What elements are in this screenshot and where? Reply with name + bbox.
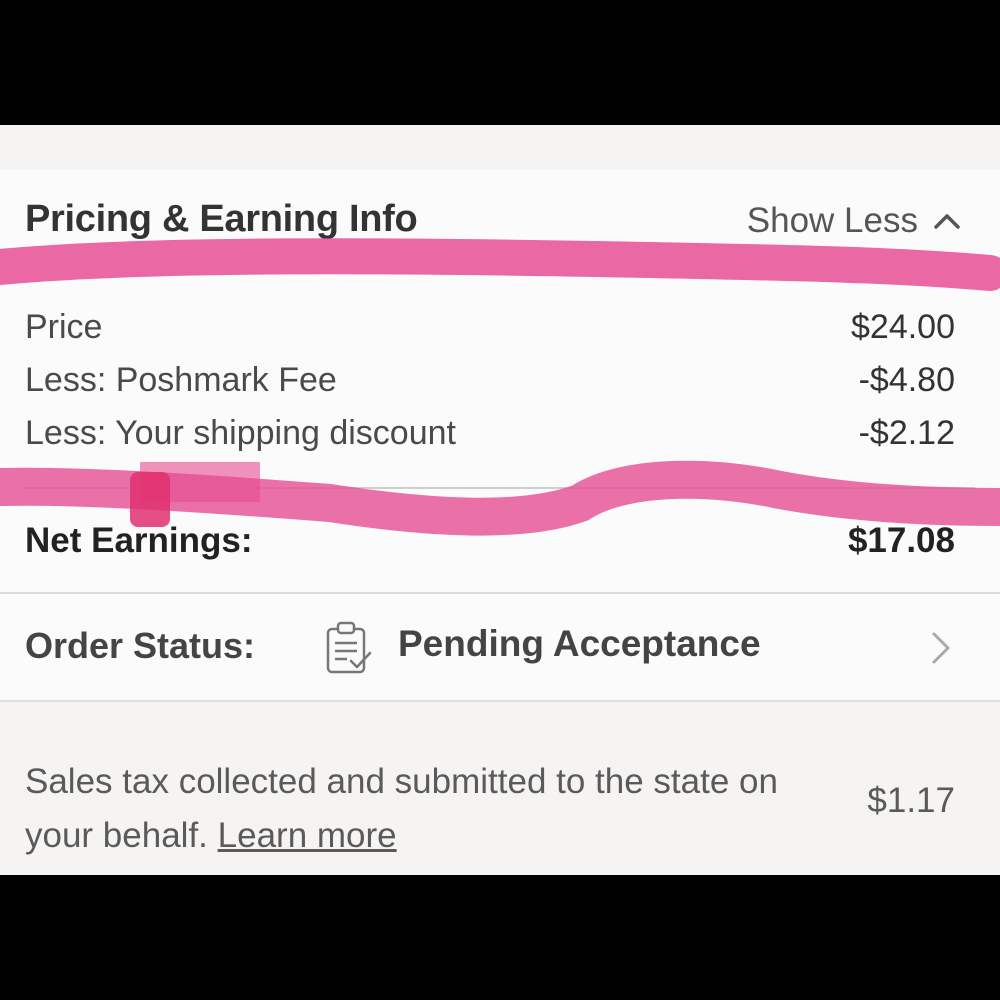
- order-status-value: Pending Acceptance: [398, 623, 761, 664]
- sales-tax-value: $1.17: [867, 781, 955, 820]
- price-value: $24.00: [851, 308, 955, 346]
- sales-tax-note: Sales tax collected and submitted to the…: [25, 755, 785, 863]
- net-earnings-value: $17.08: [847, 521, 955, 560]
- sales-tax-text: Sales tax collected and submitted to the…: [25, 762, 778, 855]
- show-less-toggle[interactable]: Show Less: [747, 201, 962, 241]
- price-label: Price: [25, 308, 103, 346]
- section-divider: [0, 592, 1000, 594]
- total-divider: [25, 487, 975, 489]
- section-title: Pricing & Earning Info: [25, 198, 418, 240]
- shipping-discount-label: Less: Your shipping discount: [25, 414, 456, 452]
- learn-more-link[interactable]: Learn more: [218, 816, 397, 855]
- chevron-up-icon: [934, 214, 960, 229]
- net-earnings-label: Net Earnings:: [25, 521, 253, 560]
- order-screen: Pricing & Earning Info Show Less Price $…: [0, 125, 1000, 875]
- order-status-label: Order Status:: [25, 625, 256, 666]
- card-bottom-border: [0, 700, 1000, 702]
- chevron-right-icon[interactable]: [930, 630, 952, 666]
- poshmark-fee-value: -$4.80: [858, 361, 955, 399]
- poshmark-fee-label: Less: Poshmark Fee: [25, 361, 337, 399]
- clipboard-check-icon: [326, 621, 372, 674]
- toggle-label: Show Less: [746, 201, 918, 240]
- shipping-discount-value: -$2.12: [858, 414, 955, 452]
